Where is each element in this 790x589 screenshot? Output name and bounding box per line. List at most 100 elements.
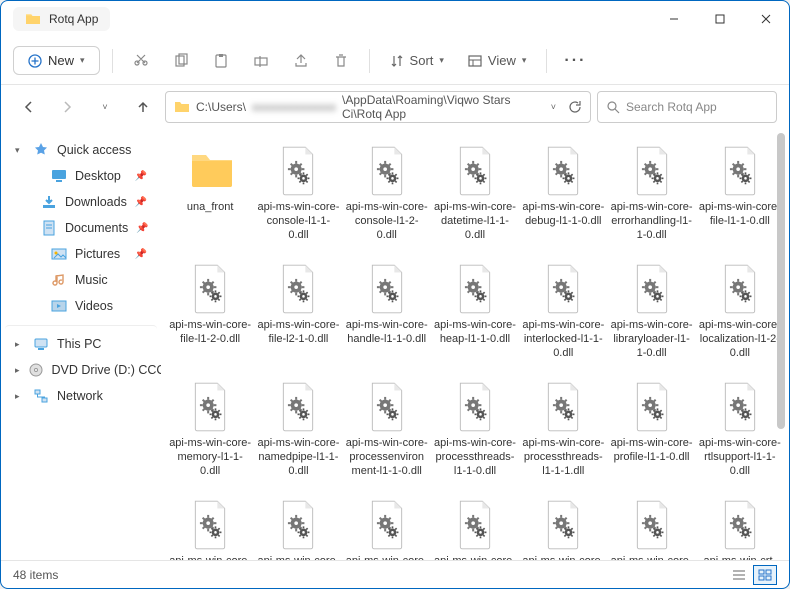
- nav-bar: ˅ C:\Users\xxxxxxxxxxxxxx\AppData\Roamin…: [1, 85, 789, 129]
- sidebar-item-documents[interactable]: Documents📌: [5, 215, 157, 241]
- file-item[interactable]: api-ms-win-core-file-l1-1-0.dll: [697, 141, 783, 253]
- sidebar-item-label: Music: [75, 273, 108, 287]
- file-name: api-ms-win-core-libraryloader-l1-1-0.dll: [611, 319, 693, 360]
- file-item[interactable]: api-ms-win-core-util-l1-1-0.dll: [608, 495, 694, 560]
- sidebar-item-pictures[interactable]: Pictures 📌: [5, 241, 157, 267]
- file-item[interactable]: api-ms-win-core-rtlsupport-l1-1-0.dll: [697, 377, 783, 489]
- chevron-down-icon: ▾: [439, 55, 444, 66]
- file-item[interactable]: api-ms-win-core-sysinfo-l1-1-0.dll: [432, 495, 518, 560]
- file-item[interactable]: api-ms-win-core-memory-l1-1-0.dll: [167, 377, 253, 489]
- dll-file-icon: [276, 145, 320, 197]
- search-box[interactable]: Search Rotq App: [597, 91, 777, 123]
- address-path-suffix: \AppData\Roaming\Viqwo Stars Ci\Rotq App: [342, 93, 545, 121]
- file-item[interactable]: api-ms-win-core-localization-l1-2-0.dll: [697, 259, 783, 371]
- file-item[interactable]: api-ms-win-core-profile-l1-1-0.dll: [608, 377, 694, 489]
- sidebar-item-desktop[interactable]: Desktop📌: [5, 163, 157, 189]
- dll-file-icon: [276, 381, 320, 433]
- file-item[interactable]: api-ms-win-core-debug-l1-1-0.dll: [520, 141, 606, 253]
- new-label: New: [48, 53, 74, 68]
- file-name: api-ms-win-core-memory-l1-1-0.dll: [169, 437, 251, 478]
- copy-button[interactable]: [165, 45, 197, 77]
- body: ▾Quick accessDesktop📌Downloads📌Documents…: [1, 129, 789, 560]
- plus-icon: [28, 54, 42, 68]
- sidebar-item-star[interactable]: ▾Quick access: [5, 137, 157, 163]
- titlebar: Rotq App: [1, 1, 789, 37]
- file-item[interactable]: api-ms-win-core-libraryloader-l1-1-0.dll: [608, 259, 694, 371]
- recent-button[interactable]: ˅: [89, 91, 121, 123]
- icons-view-button[interactable]: [753, 565, 777, 585]
- delete-button[interactable]: [325, 45, 357, 77]
- sidebar-item-dvd[interactable]: ▸DVD Drive (D:) CCCC: [5, 357, 157, 383]
- file-name: api-ms-win-core-string-l1-1-0.dll: [169, 555, 251, 560]
- file-name: api-ms-win-crt-conio-l1-1-0.dll: [699, 555, 781, 560]
- forward-button[interactable]: [51, 91, 83, 123]
- dll-file-icon: [541, 263, 585, 315]
- close-button[interactable]: [743, 3, 789, 35]
- file-item[interactable]: api-ms-win-core-synch-l1-2-0.dll: [344, 495, 430, 560]
- address-bar[interactable]: C:\Users\xxxxxxxxxxxxxx\AppData\Roaming\…: [165, 91, 591, 123]
- file-item[interactable]: api-ms-win-core-processthreads-l1-1-0.dl…: [432, 377, 518, 489]
- pin-icon: 📌: [136, 223, 148, 234]
- sidebar-item-thispc[interactable]: ▸This PC: [5, 325, 157, 357]
- new-button[interactable]: New ▾: [13, 46, 100, 75]
- file-item[interactable]: api-ms-win-core-timezone-l1-1-0.dll: [520, 495, 606, 560]
- file-item[interactable]: api-ms-win-core-console-l1-1-0.dll: [255, 141, 341, 253]
- sidebar-item-videos[interactable]: Videos: [5, 293, 157, 319]
- more-button[interactable]: ···: [559, 45, 591, 77]
- share-button[interactable]: [285, 45, 317, 77]
- refresh-button[interactable]: [568, 100, 582, 114]
- file-item[interactable]: api-ms-win-core-synch-l1-1-0.dll: [255, 495, 341, 560]
- file-item[interactable]: api-ms-win-core-processenvironment-l1-1-…: [344, 377, 430, 489]
- chevron-down-icon[interactable]: ˅: [551, 102, 556, 112]
- file-item[interactable]: api-ms-win-core-namedpipe-l1-1-0.dll: [255, 377, 341, 489]
- minimize-button[interactable]: [651, 3, 697, 35]
- file-name: una_front: [187, 201, 233, 215]
- file-item[interactable]: api-ms-win-core-processthreads-l1-1-1.dl…: [520, 377, 606, 489]
- dll-file-icon: [541, 499, 585, 551]
- dll-file-icon: [188, 381, 232, 433]
- scroll-thumb[interactable]: [777, 133, 785, 429]
- sidebar-item-downloads[interactable]: Downloads📌: [5, 189, 157, 215]
- up-button[interactable]: [127, 91, 159, 123]
- file-name: api-ms-win-core-console-l1-2-0.dll: [346, 201, 428, 242]
- pin-icon: 📌: [135, 249, 147, 260]
- scrollbar[interactable]: [775, 133, 787, 556]
- folder-item[interactable]: una_front: [167, 141, 253, 253]
- file-item[interactable]: api-ms-win-core-file-l1-2-0.dll: [167, 259, 253, 371]
- view-button[interactable]: View ▾: [460, 53, 534, 68]
- file-item[interactable]: api-ms-win-core-heap-l1-1-0.dll: [432, 259, 518, 371]
- file-name: api-ms-win-core-synch-l1-1-0.dll: [257, 555, 339, 560]
- sidebar-item-label: Quick access: [57, 143, 131, 157]
- item-count: 48 items: [13, 568, 58, 582]
- file-item[interactable]: api-ms-win-core-datetime-l1-1-0.dll: [432, 141, 518, 253]
- maximize-button[interactable]: [697, 3, 743, 35]
- details-view-button[interactable]: [727, 565, 751, 585]
- file-item[interactable]: api-ms-win-core-errorhandling-l1-1-0.dll: [608, 141, 694, 253]
- back-button[interactable]: [13, 91, 45, 123]
- file-item[interactable]: api-ms-win-core-file-l2-1-0.dll: [255, 259, 341, 371]
- folder-icon: [174, 99, 190, 115]
- sort-button[interactable]: Sort ▾: [382, 53, 452, 68]
- file-item[interactable]: api-ms-win-core-string-l1-1-0.dll: [167, 495, 253, 560]
- rename-button[interactable]: [245, 45, 277, 77]
- dvd-icon: [28, 362, 44, 378]
- separator: [112, 49, 113, 73]
- file-name: api-ms-win-core-debug-l1-1-0.dll: [522, 201, 604, 229]
- sort-icon: [390, 54, 404, 68]
- file-item[interactable]: api-ms-win-crt-conio-l1-1-0.dll: [697, 495, 783, 560]
- sidebar-item-label: Pictures: [75, 247, 120, 261]
- paste-button[interactable]: [205, 45, 237, 77]
- sidebar-item-label: Desktop: [75, 169, 121, 183]
- file-view[interactable]: una_front api-ms-win-core-console-l1-1-0.…: [161, 129, 789, 560]
- file-item[interactable]: api-ms-win-core-interlocked-l1-1-0.dll: [520, 259, 606, 371]
- window-tab[interactable]: Rotq App: [13, 7, 110, 31]
- sidebar-item-music[interactable]: Music: [5, 267, 157, 293]
- explorer-window: Rotq App New ▾ Sort ▾ View ▾: [0, 0, 790, 589]
- file-item[interactable]: api-ms-win-core-console-l1-2-0.dll: [344, 141, 430, 253]
- sidebar-item-network[interactable]: ▸Network: [5, 383, 157, 409]
- address-path-prefix: C:\Users\: [196, 100, 246, 114]
- cut-button[interactable]: [125, 45, 157, 77]
- sidebar-item-label: Downloads: [65, 195, 127, 209]
- dll-file-icon: [718, 499, 762, 551]
- file-item[interactable]: api-ms-win-core-handle-l1-1-0.dll: [344, 259, 430, 371]
